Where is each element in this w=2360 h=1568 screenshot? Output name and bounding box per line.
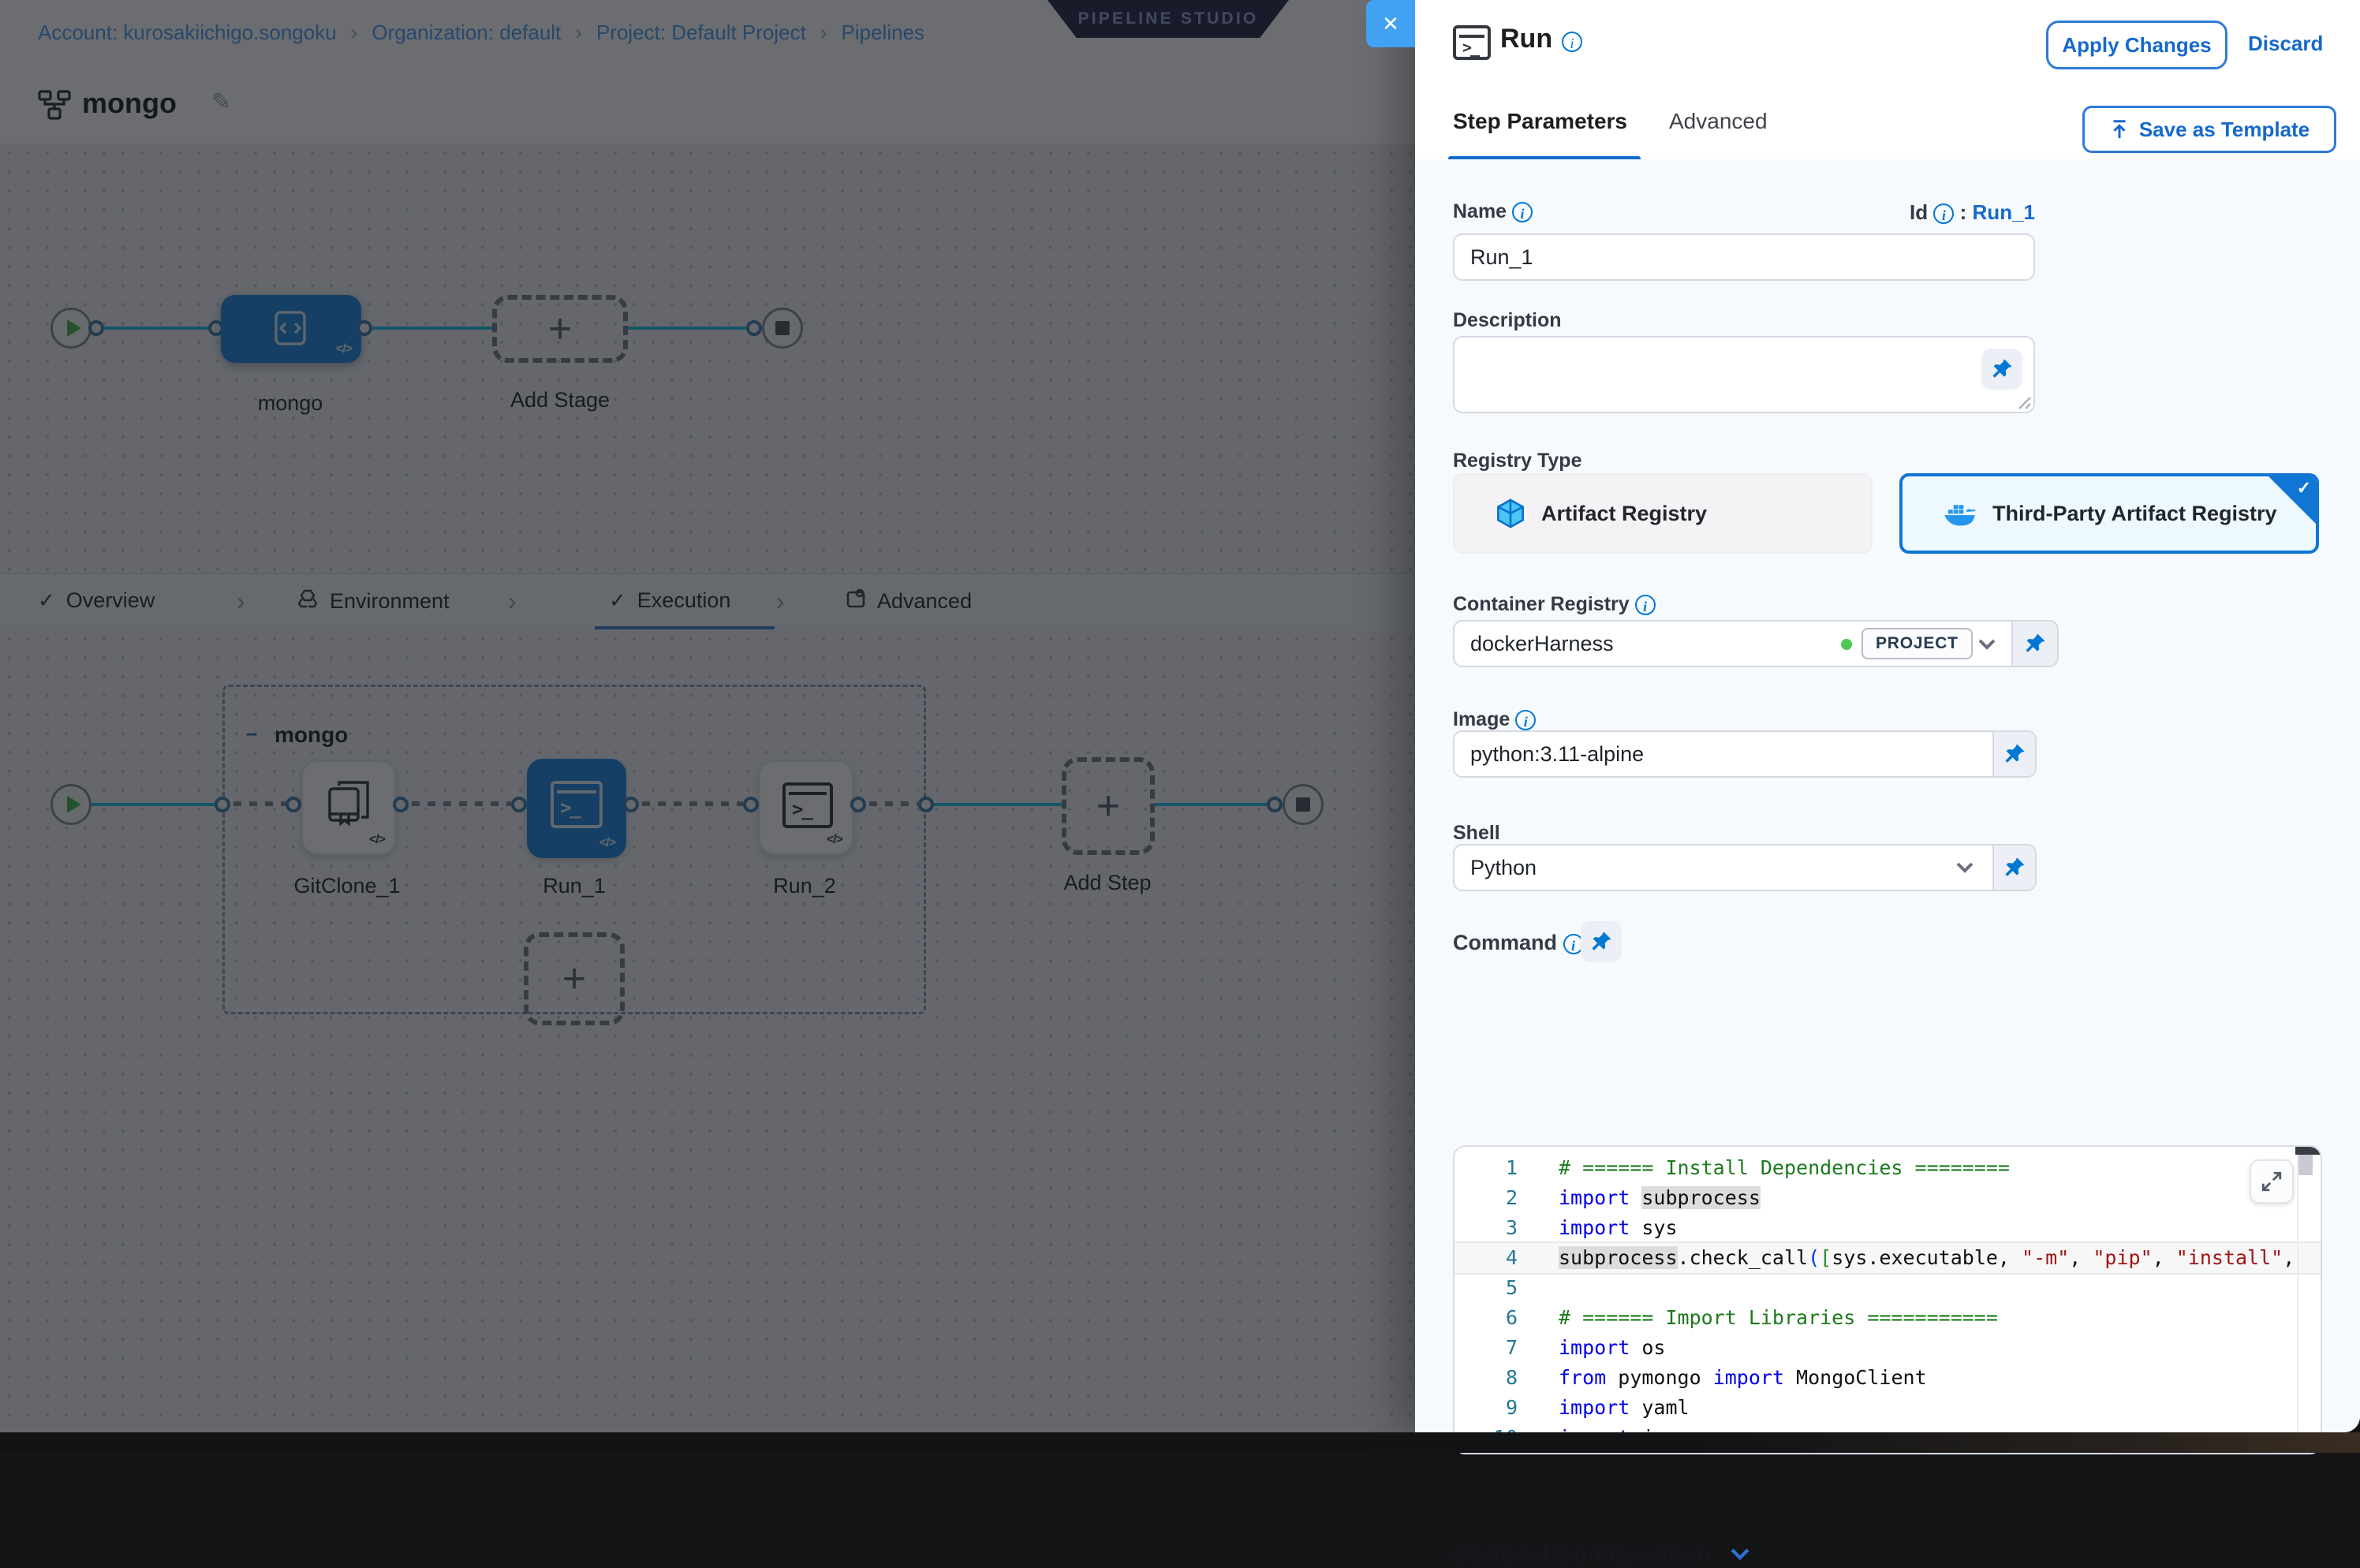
editor-scrollbar-track [2297,1147,2298,1453]
info-icon[interactable]: i [1933,203,1954,224]
upload-icon [2109,119,2130,140]
image-label: Image i [1453,708,1536,731]
desktop-edge-strip [0,1432,2360,1453]
image-input[interactable]: python:3.11-alpine [1454,742,1992,767]
step-id: Id i : Run_1 [1910,200,2035,225]
description-label: Description [1453,309,1562,332]
app: Account: kurosakiichigo.songoku › Organi… [0,0,2360,1453]
apply-changes-button[interactable]: Apply Changes [2046,21,2227,69]
shell-label: Shell [1453,822,1500,845]
command-pin-button[interactable] [1581,921,1622,962]
editor-expand-button[interactable] [2250,1159,2294,1204]
chevron-down-icon[interactable] [1956,862,1974,873]
modal-dim-overlay [0,0,1415,1432]
pin-icon [1590,931,1612,953]
command-code-editor[interactable]: 1# ====== Install Dependencies ========2… [1453,1145,2322,1454]
code-line[interactable]: 8from pymongo import MongoClient [1454,1363,2321,1393]
registry-type-label: Registry Type [1453,450,1581,472]
artifact-registry-icon [1496,498,1525,529]
pin-icon [2003,743,2026,765]
info-icon[interactable]: i [1562,32,1582,52]
code-line[interactable]: 6# ====== Import Libraries =========== [1454,1303,2321,1333]
step-config-panel: >_ Run i Apply Changes Discard Step Para… [1415,0,2360,1432]
step-id-value[interactable]: Run_1 [1973,200,2035,224]
code-line[interactable]: 7import os [1454,1333,2321,1363]
scope-chip: PROJECT [1861,628,1973,659]
resize-handle-icon[interactable] [2018,396,2032,410]
optional-configuration-toggle[interactable]: Optional Configuration [1453,1541,1750,1568]
step-parameters-form: Name i Id i : Run_1 Run_1 Description Re… [1415,159,2360,1432]
tab-advanced-panel[interactable]: Advanced [1669,109,1768,134]
container-registry-select[interactable]: dockerHarness PROJECT [1453,620,2013,667]
connector-status-dot [1841,639,1852,650]
pipeline-studio-section: Account: kurosakiichigo.songoku › Organi… [0,0,1415,1432]
command-label: Command i [1453,931,1584,955]
code-line[interactable]: 5 [1454,1273,2321,1303]
chevron-down-icon [1730,1547,1750,1562]
image-input-group: python:3.11-alpine [1453,730,2037,778]
tab-step-parameters[interactable]: Step Parameters [1453,109,1627,134]
drawer-close-button[interactable]: ✕ [1366,0,1415,47]
code-line[interactable]: 2import subprocess [1454,1183,2321,1213]
registry-option-artifact[interactable]: Artifact Registry [1453,473,1873,554]
run-step-icon: >_ [1453,25,1488,57]
docker-icon [1944,501,1977,526]
info-icon[interactable]: i [1512,202,1533,222]
code-line[interactable]: 9import yaml [1454,1393,2321,1423]
pin-icon [2024,633,2046,655]
info-icon[interactable]: i [1515,710,1536,730]
close-icon: ✕ [1382,12,1399,36]
shell-pin-button[interactable] [1992,846,2035,890]
code-line[interactable]: 4subprocess.check_call([sys.executable, … [1454,1243,2321,1273]
shell-select[interactable]: Python [1454,856,1956,880]
description-pin-button[interactable] [1981,349,2022,390]
check-icon: ✓ [2297,478,2311,498]
info-icon[interactable]: i [1635,595,1656,615]
expand-icon [2261,1171,2282,1192]
description-textarea[interactable] [1453,336,2035,413]
code-line[interactable]: 1# ====== Install Dependencies ======== [1454,1153,2321,1183]
save-as-template-button[interactable]: Save as Template [2082,106,2336,153]
panel-header: >_ Run i Apply Changes Discard [1415,0,2360,85]
container-registry-pin-button[interactable] [2013,620,2059,667]
code-lines: 1# ====== Install Dependencies ========2… [1454,1153,2321,1453]
code-line[interactable]: 3import sys [1454,1213,2321,1243]
pin-icon [2003,857,2026,879]
shell-select-group: Python [1453,844,2037,891]
image-pin-button[interactable] [1992,732,2035,776]
registry-option-third-party[interactable]: Third-Party Artifact Registry ✓ [1899,473,2319,554]
container-registry-label: Container Registry i [1453,593,1656,616]
chevron-down-icon[interactable] [1978,639,1996,650]
discard-button[interactable]: Discard [2248,32,2323,56]
editor-overview-ruler[interactable] [2295,1147,2321,1155]
panel-tabs: Step Parameters Advanced Save as Templat… [1415,85,2360,161]
panel-title: Run [1500,24,1552,54]
pin-icon [1991,358,2013,380]
name-label: Name i [1453,200,1533,223]
name-input[interactable]: Run_1 [1453,233,2035,281]
